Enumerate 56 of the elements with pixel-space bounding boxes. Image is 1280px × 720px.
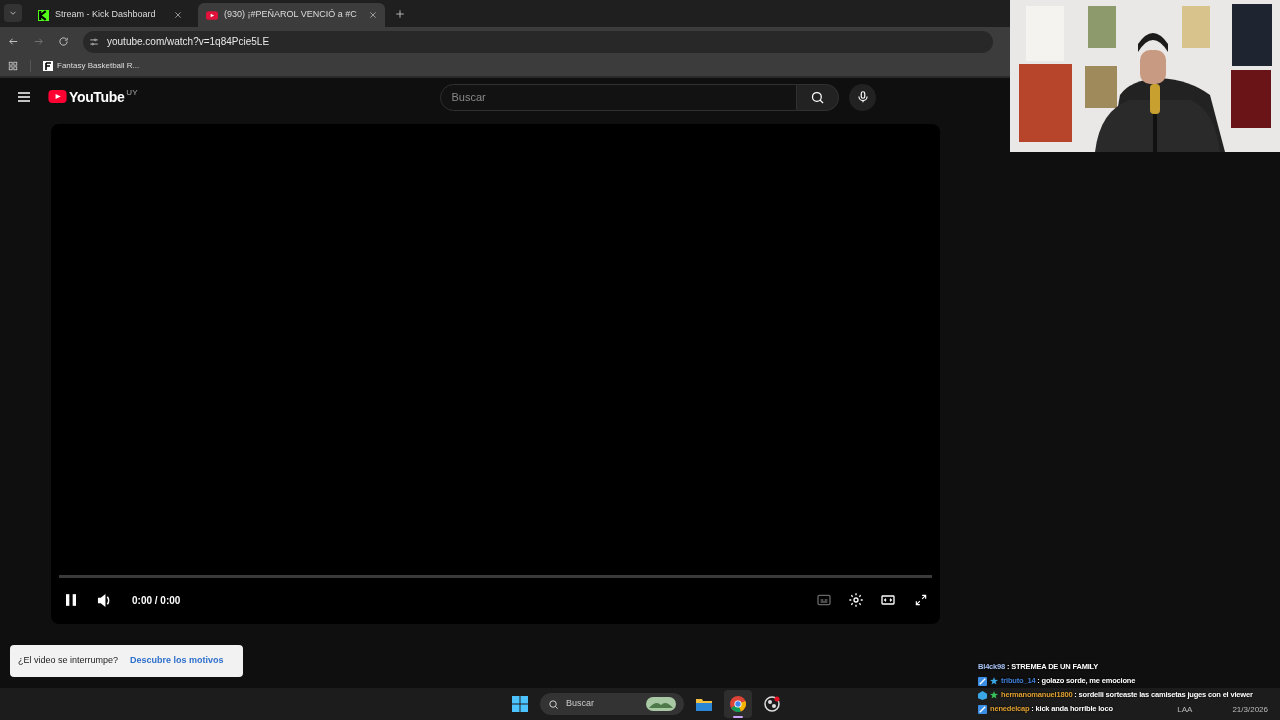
search-field[interactable]: Buscar <box>440 83 798 111</box>
volume-icon <box>97 592 112 608</box>
video-player[interactable]: 0:00 / 0:00 <box>51 124 940 624</box>
fullscreen-icon[interactable] <box>914 593 928 607</box>
search-icon <box>548 698 559 710</box>
cube-icon <box>978 690 987 700</box>
youtube-logo-icon <box>48 89 67 103</box>
taskbar-search[interactable]: Buscar <box>540 693 684 715</box>
browser-tab[interactable]: Stream - Kick Dashboard <box>30 3 190 27</box>
pause-icon <box>66 594 76 606</box>
bookmark-favicon-icon <box>43 61 53 71</box>
kick-logo-icon <box>38 9 49 21</box>
address-field[interactable]: youtube.com/watch?v=1q84Pcie5LE <box>83 30 993 53</box>
youtube-wordmark: YouTube <box>69 87 125 107</box>
back-icon[interactable] <box>8 36 19 47</box>
url-text: youtube.com/watch?v=1q84Pcie5LE <box>107 35 270 49</box>
badge-icon <box>978 704 987 714</box>
toast-message: ¿El video se interrumpe? <box>18 654 119 668</box>
time-display: 0:00 / 0:00 <box>132 593 181 608</box>
youtube-logo-icon <box>206 10 218 20</box>
taskbar-app[interactable] <box>724 690 752 718</box>
star-icon <box>990 691 998 699</box>
chrome-icon <box>730 696 746 712</box>
tab-title: Stream - Kick Dashboard <box>55 8 157 22</box>
browser-tab[interactable]: (930) ¡#PEÑAROL VENCIÓ a #C <box>198 3 385 27</box>
progress-track[interactable] <box>59 575 932 578</box>
bookmark[interactable]: Fantasy Basketball R... <box>43 60 140 72</box>
folder-icon <box>696 697 712 711</box>
search-icon <box>810 89 826 105</box>
region-code: UY <box>126 86 138 99</box>
volume-button[interactable] <box>97 592 112 608</box>
active-indicator <box>733 716 743 718</box>
clock-date[interactable]: 21/3/2026 <box>1232 706 1268 714</box>
close-icon[interactable] <box>174 11 182 19</box>
subtitles-icon[interactable] <box>816 592 832 608</box>
taskbar-search-placeholder: Buscar <box>566 697 595 711</box>
star-icon <box>990 677 998 685</box>
toast-link[interactable]: Descubre los motivos <box>130 654 224 668</box>
windows-start-icon[interactable] <box>512 696 528 712</box>
search-highlight-icon <box>646 697 676 711</box>
site-settings-icon <box>89 36 99 47</box>
close-icon[interactable] <box>368 11 377 19</box>
input-language[interactable]: LAA <box>1177 706 1193 714</box>
reload-icon[interactable] <box>58 36 69 47</box>
theater-mode-icon[interactable] <box>880 592 896 608</box>
settings-icon[interactable] <box>848 592 864 608</box>
tab-title: (930) ¡#PEÑAROL VENCIÓ a #C <box>224 8 358 22</box>
apps-grid-icon[interactable] <box>8 61 18 71</box>
menu-icon[interactable] <box>16 89 32 105</box>
search-button[interactable] <box>797 83 840 111</box>
new-tab-icon[interactable] <box>394 9 405 19</box>
voice-search-button[interactable] <box>849 83 877 111</box>
badge-icon <box>978 676 987 686</box>
obs-icon <box>764 696 780 712</box>
pause-button[interactable] <box>63 592 79 608</box>
microphone-icon <box>856 90 870 104</box>
